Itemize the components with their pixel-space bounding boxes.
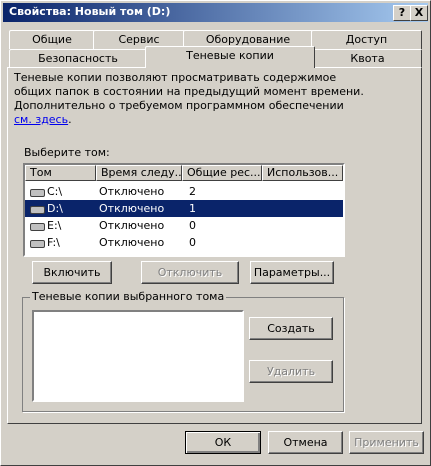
column-header-shares[interactable]: Общие рес... <box>182 165 262 181</box>
create-button[interactable]: Создать <box>249 317 333 340</box>
tab-security[interactable]: Безопасность <box>9 49 147 68</box>
enable-button[interactable]: Включить <box>32 261 112 284</box>
tab-general[interactable]: Общие <box>9 30 95 49</box>
next-time-cell: Отключено <box>99 236 165 249</box>
title-bar[interactable]: Свойства: Новый том (D:) ? X <box>3 3 428 22</box>
drive-icon <box>30 223 45 231</box>
next-time-cell: Отключено <box>99 202 165 215</box>
description-text: Теневые копии позволяют просматривать со… <box>14 71 364 126</box>
select-volume-label: Выберите том: <box>24 146 110 159</box>
tab-quota[interactable]: Квота <box>313 49 422 68</box>
volume-cell: E:\ <box>47 219 62 232</box>
column-header-next-time[interactable]: Время следу... <box>96 165 182 181</box>
cancel-button[interactable]: Отмена <box>268 431 343 454</box>
close-button[interactable]: X <box>410 5 428 21</box>
drive-icon <box>30 240 45 248</box>
tab-shadow-copies[interactable]: Теневые копии <box>145 46 315 68</box>
next-time-cell: Отключено <box>99 185 165 198</box>
column-header-used[interactable]: Использов... <box>262 165 343 181</box>
next-time-cell: Отключено <box>99 219 165 232</box>
table-row-selected[interactable]: D:\ Отключено 1 <box>25 200 343 217</box>
drive-icon <box>30 206 45 214</box>
disable-button[interactable]: Отключить <box>141 261 239 284</box>
column-header-volume[interactable]: Том <box>25 165 96 181</box>
snapshots-group-label: Теневые копии выбранного тома <box>30 290 227 303</box>
ok-button[interactable]: ОК <box>185 431 261 454</box>
volume-cell: F:\ <box>47 236 60 249</box>
volume-cell: C:\ <box>47 185 63 198</box>
volumes-list[interactable]: Том Время следу... Общие рес... Использо… <box>23 163 345 257</box>
tab-sharing[interactable]: Доступ <box>311 30 422 49</box>
shares-cell: 0 <box>189 236 196 249</box>
settings-button[interactable]: Параметры... <box>250 261 334 284</box>
shares-cell: 2 <box>189 185 196 198</box>
table-row[interactable]: F:\ Отключено 0 <box>25 234 343 251</box>
shares-cell: 1 <box>189 202 196 215</box>
help-button[interactable]: ? <box>393 5 411 21</box>
shares-cell: 0 <box>189 219 196 232</box>
window-title: Свойства: Новый том (D:) <box>9 5 171 18</box>
table-row[interactable]: C:\ Отключено 2 <box>25 183 343 200</box>
delete-button[interactable]: Удалить <box>249 360 333 383</box>
apply-button[interactable]: Применить <box>349 431 424 454</box>
table-row[interactable]: E:\ Отключено 0 <box>25 217 343 234</box>
snapshots-list[interactable] <box>32 310 244 402</box>
volume-cell: D:\ <box>47 202 63 215</box>
help-link[interactable]: см. здесь <box>14 113 68 126</box>
drive-icon <box>30 189 45 197</box>
